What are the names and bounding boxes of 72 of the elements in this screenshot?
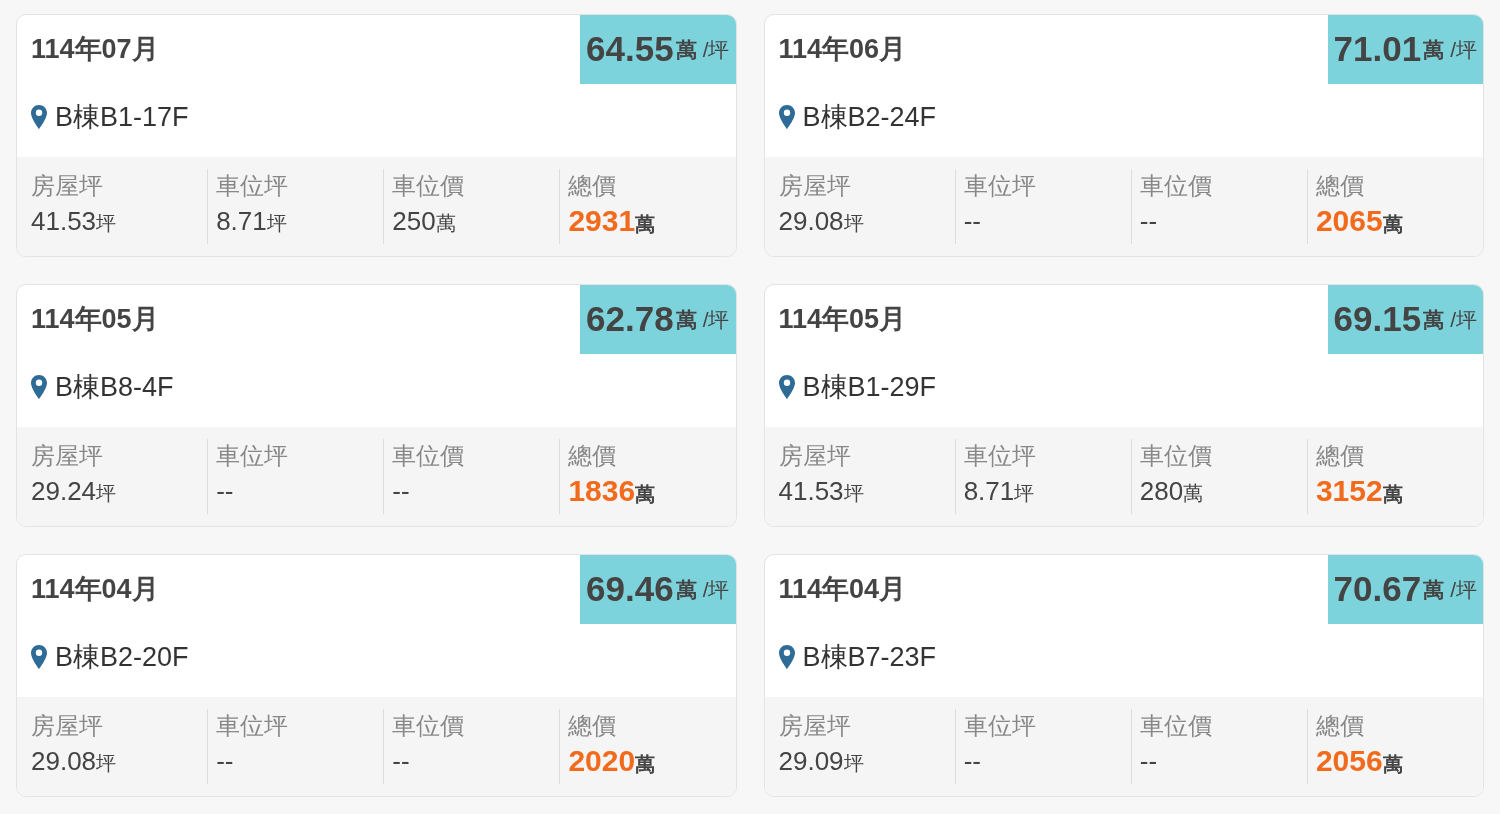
transaction-month: 114年07月 <box>31 33 160 66</box>
stat-label: 房屋坪 <box>778 711 852 741</box>
stat-label: 房屋坪 <box>31 171 104 201</box>
stat-label: 車位價 <box>392 171 466 201</box>
transaction-month: 114年06月 <box>778 33 908 66</box>
stat-label: 車位價 <box>1139 711 1213 741</box>
stat-label: 房屋坪 <box>778 441 852 471</box>
stat-label: 車位價 <box>1139 171 1213 201</box>
unit-location: B棟B2-24F <box>802 101 937 134</box>
stat-label: 車位價 <box>392 441 466 471</box>
stat-value: -- <box>1139 745 1159 778</box>
stat-label: 車位價 <box>392 711 466 741</box>
stat-value: 1836萬 <box>568 473 657 509</box>
location-pin-icon <box>31 105 47 129</box>
stat-value: 2020萬 <box>568 743 657 779</box>
stat-value: 8.71坪 <box>963 475 1036 508</box>
stat-value: -- <box>963 745 982 778</box>
stat-label: 總價 <box>1315 171 1365 201</box>
transaction-month: 114年05月 <box>31 303 160 336</box>
location-pin-icon <box>31 375 47 399</box>
stat-value: -- <box>216 475 235 508</box>
stat-value: 2065萬 <box>1315 203 1404 239</box>
stat-label: 車位坪 <box>963 441 1037 471</box>
stat-value: 280萬 <box>1139 475 1205 508</box>
location-pin-icon <box>778 645 795 669</box>
stat-value: 2056萬 <box>1315 743 1404 779</box>
stat-label: 車位坪 <box>963 171 1037 201</box>
stat-value: -- <box>392 475 411 508</box>
unit-price-badge: 70.67萬 /坪 <box>1327 555 1483 624</box>
stat-value: 29.09坪 <box>778 745 865 778</box>
unit-location: B棟B1-29F <box>802 371 937 404</box>
stat-label: 總價 <box>1315 441 1365 471</box>
stat-value: -- <box>1139 205 1159 238</box>
stat-label: 房屋坪 <box>778 171 852 201</box>
transaction-month: 114年04月 <box>31 573 160 606</box>
unit-price-badge: 69.15萬 /坪 <box>1327 285 1483 354</box>
unit-location: B棟B1-17F <box>55 101 189 134</box>
stat-label: 總價 <box>568 441 618 471</box>
stat-label: 車位坪 <box>216 441 290 471</box>
stat-value: 41.53坪 <box>778 475 865 508</box>
stat-value: -- <box>216 745 235 778</box>
unit-location: B棟B8-4F <box>55 371 174 404</box>
stat-label: 車位價 <box>1139 441 1213 471</box>
unit-price-badge: 69.46萬 /坪 <box>580 555 736 624</box>
stat-label: 房屋坪 <box>31 441 104 471</box>
stat-label: 房屋坪 <box>31 711 104 741</box>
transaction-month: 114年05月 <box>778 303 908 336</box>
stat-value: 3152萬 <box>1315 473 1404 509</box>
unit-location: B棟B7-23F <box>802 641 937 674</box>
stat-label: 總價 <box>1315 711 1365 741</box>
location-pin-icon <box>778 105 795 129</box>
stat-value: 2931萬 <box>568 203 657 239</box>
location-pin-icon <box>778 375 795 399</box>
stat-label: 車位坪 <box>216 711 290 741</box>
stat-value: 29.08坪 <box>31 745 118 778</box>
unit-price-badge: 71.01萬 /坪 <box>1327 15 1483 84</box>
stat-value: -- <box>392 745 411 778</box>
stat-value: 41.53坪 <box>31 205 118 238</box>
unit-price-badge: 62.78萬 /坪 <box>580 285 736 354</box>
stat-value: 29.08坪 <box>778 205 865 238</box>
stat-value: 250萬 <box>392 205 457 238</box>
unit-price-badge: 64.55萬 /坪 <box>580 15 736 84</box>
location-pin-icon <box>31 645 47 669</box>
stat-value: -- <box>963 205 982 238</box>
stat-value: 8.71坪 <box>216 205 288 238</box>
stat-label: 總價 <box>568 711 618 741</box>
stat-label: 車位坪 <box>963 711 1037 741</box>
transaction-month: 114年04月 <box>778 573 908 606</box>
stat-label: 車位坪 <box>216 171 290 201</box>
unit-location: B棟B2-20F <box>55 641 189 674</box>
stat-label: 總價 <box>568 171 618 201</box>
stat-value: 29.24坪 <box>31 475 118 508</box>
